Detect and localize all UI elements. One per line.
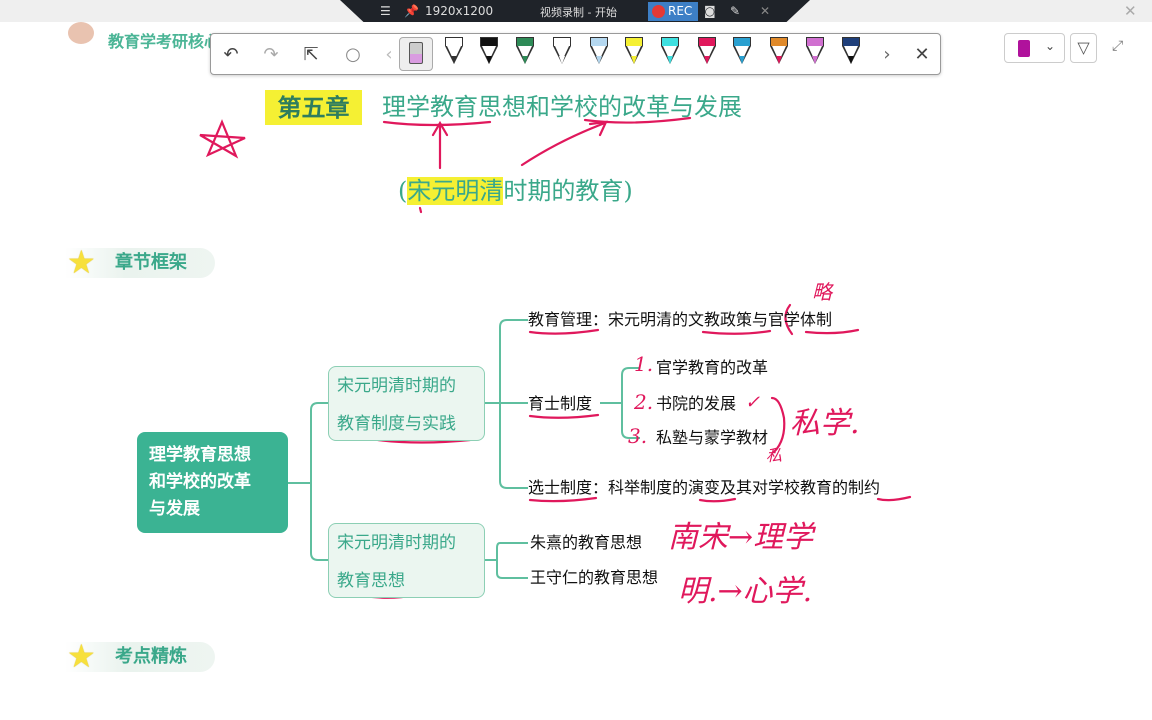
leaf-sub-2: 书院的发展 xyxy=(656,394,737,413)
mindmap-branch-thought: 宋元明清时期的 教育思想 xyxy=(328,523,485,598)
handwritten-ming-xinxue: 明.→心学. xyxy=(678,574,813,609)
leaf-sub-1: 官学教育的改革 xyxy=(656,358,769,377)
leaf-xuanshi-system: 选士制度：科举制度的演变及其对学校教育的制约 xyxy=(528,478,881,497)
handwritten-lue: 略 xyxy=(812,280,832,304)
mindmap-root-node: 理学教育思想 和学校的改革 与发展 xyxy=(137,432,288,533)
handwritten-check: ✓ xyxy=(745,392,761,413)
handwritten-nansong-lixue: 南宋→理学 xyxy=(668,520,814,555)
branch-line: 教育思想 xyxy=(337,571,405,591)
branch-line: 教育制度与实践 xyxy=(337,414,456,434)
leaf-education-management: 教育管理：宋元明清的文教政策与官学体制 xyxy=(528,310,833,329)
handwritten-sixue: 私学. xyxy=(790,406,860,441)
leaf-zhuxi: 朱熹的教育思想 xyxy=(530,533,643,552)
mindmap-connectors xyxy=(199,116,912,599)
handwritten-num-3: 3. xyxy=(628,424,648,448)
leaf-wang-shouren: 王守仁的教育思想 xyxy=(530,568,659,587)
root-line: 与发展 xyxy=(149,499,200,519)
handwritten-si: 私 xyxy=(766,446,783,465)
branch-line: 宋元明清时期的 xyxy=(337,376,456,396)
leaf-yushi-system: 育士制度 xyxy=(528,394,593,413)
handwritten-num-1: 1. xyxy=(634,352,654,376)
mindmap-branch-institutions: 宋元明清时期的 教育制度与实践 xyxy=(328,366,485,441)
root-line: 理学教育思想 xyxy=(149,445,251,465)
branch-line: 宋元明清时期的 xyxy=(337,533,456,553)
root-line: 和学校的改革 xyxy=(149,472,251,492)
leaf-sub-3: 私塾与蒙学教材 xyxy=(656,428,769,447)
handwritten-num-2: 2. xyxy=(634,390,654,414)
